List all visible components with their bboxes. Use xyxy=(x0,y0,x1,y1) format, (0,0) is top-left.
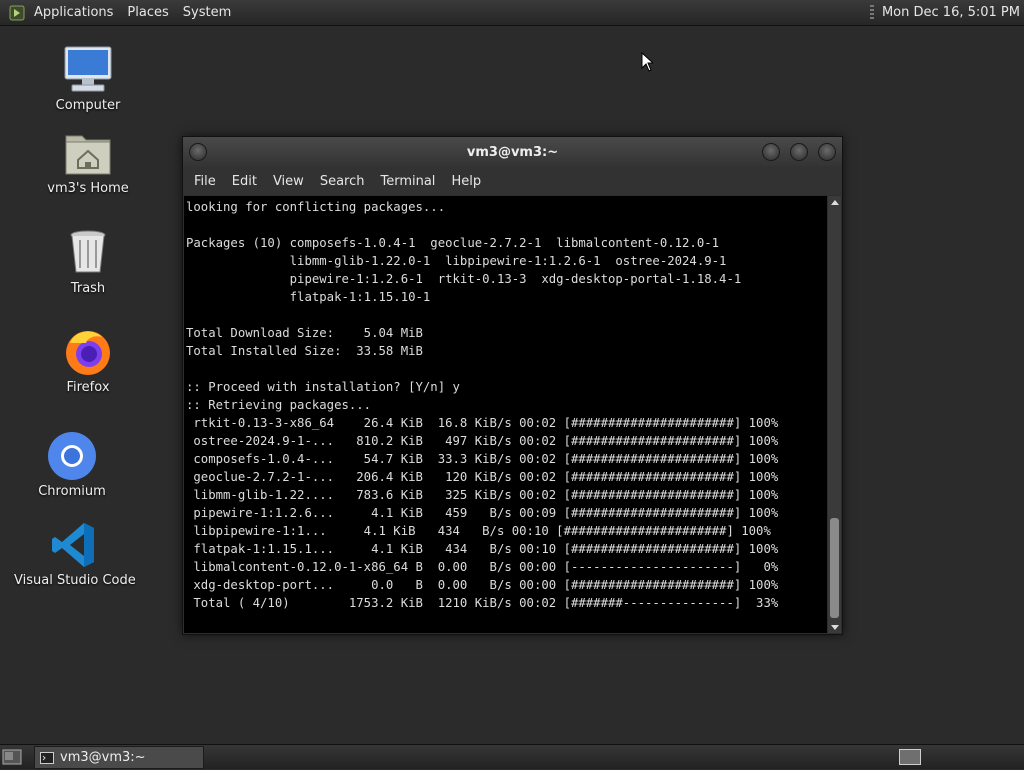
desktop-icon-firefox[interactable]: Firefox xyxy=(28,327,148,395)
workspace-switcher[interactable] xyxy=(899,749,921,765)
desktop-icon-label: Trash xyxy=(70,281,106,296)
desktop-icon-label: Firefox xyxy=(66,380,110,395)
desktop-icon-label: vm3's Home xyxy=(47,181,129,196)
maximize-button[interactable] xyxy=(790,143,808,161)
menu-view[interactable]: View xyxy=(265,174,312,189)
minimize-button[interactable] xyxy=(762,143,780,161)
desktop-icon-label: Chromium xyxy=(38,484,106,499)
terminal-icon xyxy=(40,751,54,764)
trash-icon xyxy=(62,228,114,278)
terminal-text[interactable]: looking for conflicting packages... Pack… xyxy=(184,196,827,612)
show-desktop-icon[interactable] xyxy=(2,748,22,766)
clock[interactable]: Mon Dec 16, 5:01 PM xyxy=(882,5,1020,20)
firefox-icon xyxy=(62,327,114,377)
chromium-icon xyxy=(46,431,98,481)
terminal-menubar: File Edit View Search Terminal Help xyxy=(183,167,842,195)
system-menu[interactable]: System xyxy=(177,5,239,20)
terminal-scrollbar[interactable] xyxy=(828,196,841,633)
applications-menu-icon[interactable] xyxy=(8,4,26,22)
taskbar-item-terminal[interactable]: vm3@vm3:~ xyxy=(34,746,204,769)
window-menu-button[interactable] xyxy=(189,143,207,161)
menu-file[interactable]: File xyxy=(186,174,224,189)
applications-menu[interactable]: Applications xyxy=(32,5,121,20)
home-folder-icon xyxy=(62,128,114,178)
menu-terminal[interactable]: Terminal xyxy=(372,174,443,189)
menu-search[interactable]: Search xyxy=(312,174,373,189)
menu-help[interactable]: Help xyxy=(443,174,489,189)
mouse-pointer-icon xyxy=(641,52,653,72)
vscode-icon xyxy=(48,520,100,570)
scroll-down-arrow-icon[interactable] xyxy=(828,621,841,633)
desktop-icon-label: Computer xyxy=(55,98,121,113)
desktop-icon-chromium[interactable]: Chromium xyxy=(12,431,132,499)
window-title: vm3@vm3:~ xyxy=(466,144,559,160)
computer-icon xyxy=(62,45,114,95)
places-menu[interactable]: Places xyxy=(121,5,176,20)
bottom-panel: vm3@vm3:~ xyxy=(0,744,1024,769)
menu-edit[interactable]: Edit xyxy=(224,174,265,189)
desktop-icon-home[interactable]: vm3's Home xyxy=(28,128,148,196)
top-panel: Applications Places System Mon Dec 16, 5… xyxy=(0,0,1024,26)
close-button[interactable] xyxy=(818,143,836,161)
panel-handle[interactable] xyxy=(869,4,874,21)
window-titlebar[interactable]: vm3@vm3:~ xyxy=(183,137,842,167)
taskbar-item-label: vm3@vm3:~ xyxy=(60,750,146,765)
desktop-icon-computer[interactable]: Computer xyxy=(28,45,148,113)
desktop-icon-label: Visual Studio Code xyxy=(14,573,136,588)
terminal-output[interactable]: looking for conflicting packages... Pack… xyxy=(184,196,827,633)
terminal-window[interactable]: vm3@vm3:~ File Edit View Search Terminal… xyxy=(182,136,843,635)
desktop-icon-trash[interactable]: Trash xyxy=(28,228,148,296)
desktop-icon-vscode[interactable]: Visual Studio Code xyxy=(14,520,136,588)
scroll-up-arrow-icon[interactable] xyxy=(828,196,841,208)
scrollbar-thumb[interactable] xyxy=(830,518,839,618)
